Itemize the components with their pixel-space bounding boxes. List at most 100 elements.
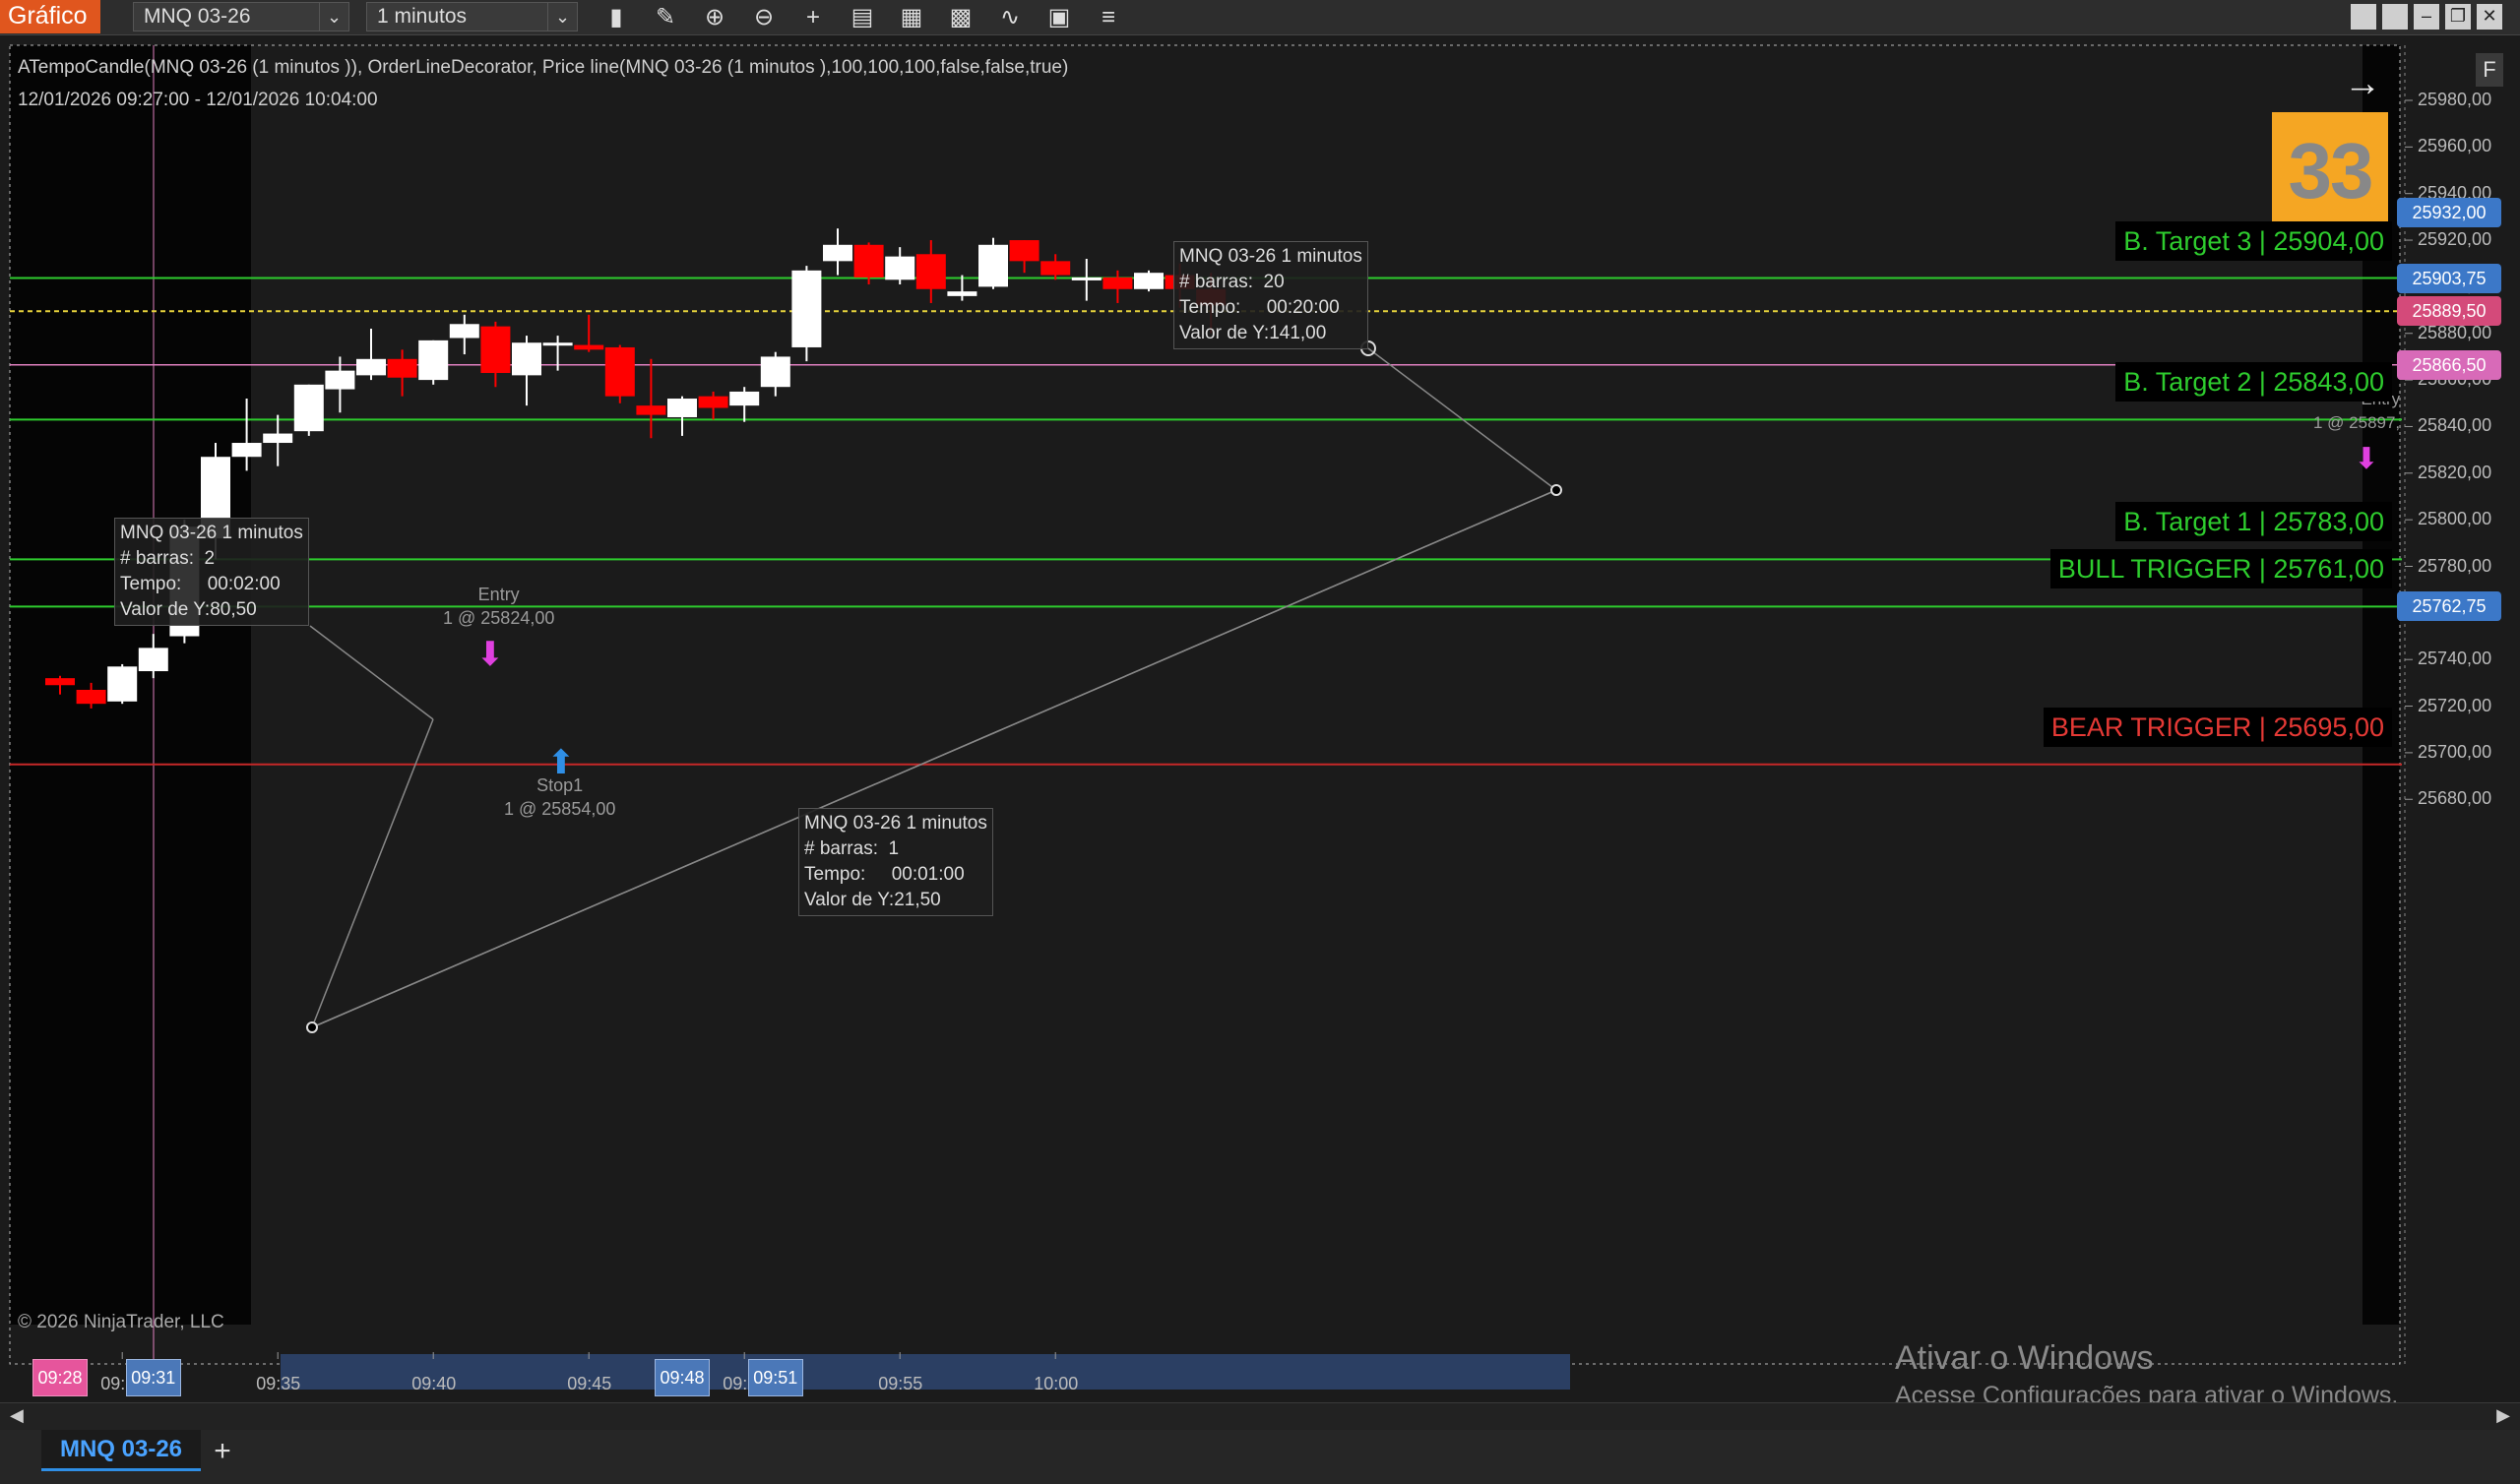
tooltip-line: Valor de Y:21,50 — [804, 890, 941, 910]
stop-order-label[interactable]: Stop1 1 @ 25854,00 — [504, 773, 615, 821]
tooltip-line: Tempo: 00:20:00 — [1179, 297, 1340, 318]
target-2-label: B. Target 2 | 25843,00 — [2115, 362, 2392, 402]
arrow-right-icon[interactable]: → — [2344, 63, 2381, 105]
target-3-label: B. Target 3 | 25904,00 — [2115, 220, 2392, 261]
candle-body — [107, 666, 138, 702]
properties-icon[interactable]: ▣ — [1043, 4, 1075, 31]
horizontal-scrollbar[interactable]: ◀ ▶ — [0, 1402, 2520, 1430]
tooltip-line: MNQ 03-26 1 minutos — [804, 813, 987, 834]
time-tick-label: 09:45 — [567, 1374, 612, 1393]
time-tick-label: 09:40 — [411, 1374, 457, 1393]
price-tick-label: 25840,00 — [2418, 415, 2492, 436]
tooltip-line: # barras: 1 — [804, 838, 900, 859]
candle-body — [1134, 273, 1164, 289]
ruler-handle — [1550, 484, 1562, 496]
tooltip-line: Valor de Y:141,00 — [1179, 323, 1327, 343]
scroll-right-icon[interactable]: ▶ — [2496, 1405, 2510, 1426]
time-tick-label: 09:55 — [878, 1374, 923, 1393]
bar-type-icon[interactable]: ▮ — [600, 4, 632, 31]
candle-body — [667, 399, 697, 417]
window-tile-icon[interactable] — [2382, 4, 2408, 30]
candle-body — [356, 358, 386, 376]
candle-body — [574, 344, 604, 350]
ruler-tooltip: MNQ 03-26 1 minutos # barras: 2 Tempo: 0… — [114, 518, 309, 626]
interval-selector[interactable]: 1 minutos ⌄ — [366, 2, 578, 31]
time-highlight-label: 09:31 — [125, 1359, 181, 1396]
candle-body — [947, 291, 977, 296]
time-highlight-label: 09:51 — [747, 1359, 803, 1396]
f-button[interactable]: F — [2476, 53, 2503, 87]
strategies-icon[interactable]: ∿ — [994, 4, 1026, 31]
candle-body — [823, 244, 852, 262]
interval-value: 1 minutos — [377, 5, 468, 28]
draw-pencil-icon[interactable]: ✎ — [650, 4, 681, 31]
chart-panel[interactable]: ⬇ ⬆ ⬇ ATempoCandle(MNQ 03-26 (1 minutos ))… — [0, 35, 2520, 1430]
entry-right-qty: 1 @ 25897, — [2313, 413, 2401, 432]
candle-body — [729, 391, 760, 406]
chart-window-tab[interactable]: Gráfico — [0, 0, 100, 33]
candle-body — [853, 244, 884, 278]
candle-body — [480, 326, 511, 373]
price-marker[interactable]: 25762,75 — [2397, 591, 2501, 622]
price-marker[interactable]: 25932,00 — [2397, 197, 2501, 227]
zoom-in-icon[interactable]: ⊕ — [699, 4, 730, 31]
add-tab-button[interactable]: + — [205, 1436, 240, 1469]
bull-trigger-label: BULL TRIGGER | 25761,00 — [2049, 549, 2392, 589]
entry-arrow-icon: ⬇ — [2354, 442, 2378, 476]
time-range-highlight — [281, 1354, 1570, 1390]
instrument-selector[interactable]: MNQ 03-26 ⌄ — [133, 2, 349, 31]
candle-body — [387, 358, 417, 378]
candle-body — [512, 342, 541, 376]
crosshair-icon[interactable]: + — [797, 4, 829, 31]
tooltip-line: MNQ 03-26 1 minutos — [120, 523, 303, 543]
tooltip-line: Valor de Y:80,50 — [120, 599, 257, 620]
price-marker[interactable]: 25866,50 — [2397, 349, 2501, 380]
chevron-down-icon[interactable]: ⌄ — [547, 3, 577, 31]
bear-trigger-label: BEAR TRIGGER | 25695,00 — [2043, 707, 2392, 747]
stop-qty: 1 @ 25854,00 — [504, 799, 616, 819]
price-tick-label: 25980,00 — [2418, 90, 2492, 109]
instrument-value: MNQ 03-26 — [144, 5, 251, 28]
copyright: © 2026 NinjaTrader, LLC — [18, 1312, 224, 1332]
ruler-handle — [306, 1021, 318, 1033]
target-1-label: B. Target 1 | 25783,00 — [2115, 502, 2392, 542]
price-tick-label: 25780,00 — [2418, 555, 2492, 576]
candle-body — [698, 396, 728, 408]
watermark-title: Ativar o Windows — [1895, 1339, 2154, 1377]
candle-body — [1009, 240, 1040, 262]
price-marker[interactable]: 25903,75 — [2397, 263, 2501, 293]
indicators-icon[interactable]: ▩ — [945, 4, 976, 31]
candle-body — [885, 256, 915, 280]
price-tick-label: 25960,00 — [2418, 136, 2492, 156]
close-icon[interactable]: ✕ — [2477, 4, 2502, 30]
price-tick-label: 25740,00 — [2418, 649, 2492, 669]
tab-mnq[interactable]: MNQ 03-26 — [41, 1430, 201, 1471]
entry-order-label[interactable]: Entry 1 @ 25824,00 — [443, 583, 554, 630]
candle-body — [325, 370, 355, 390]
entry-qty: 1 @ 25824,00 — [443, 608, 555, 628]
minimize-icon[interactable]: – — [2414, 4, 2439, 30]
candle-body — [760, 356, 790, 388]
candle-body — [263, 433, 293, 444]
data-box-icon[interactable]: ▤ — [847, 4, 878, 31]
candle-body — [1040, 261, 1071, 276]
candle-body — [76, 689, 106, 705]
tooltip-line: MNQ 03-26 1 minutos — [1179, 246, 1362, 267]
candle-body — [45, 678, 75, 686]
chart-trader-icon[interactable]: ▦ — [896, 4, 927, 31]
time-tick-label: 09:35 — [256, 1374, 301, 1393]
window-tile-icon[interactable] — [2351, 4, 2376, 30]
ruler-tooltip: MNQ 03-26 1 minutos # barras: 1 Tempo: 0… — [798, 808, 993, 916]
price-tick-label: 25680,00 — [2418, 788, 2492, 809]
chevron-down-icon[interactable]: ⌄ — [319, 3, 348, 31]
price-tick-label: 25800,00 — [2418, 509, 2492, 529]
bar-counter-box: 33 — [2272, 112, 2388, 230]
tooltip-line: # barras: 20 — [1179, 272, 1285, 292]
candle-body — [915, 254, 946, 289]
list-icon[interactable]: ≡ — [1093, 4, 1124, 31]
price-marker[interactable]: 25889,50 — [2397, 296, 2501, 327]
restore-icon[interactable]: ❐ — [2445, 4, 2471, 30]
scroll-left-icon[interactable]: ◀ — [10, 1405, 24, 1426]
zoom-out-icon[interactable]: ⊖ — [748, 4, 780, 31]
entry-label: Entry — [477, 585, 520, 604]
